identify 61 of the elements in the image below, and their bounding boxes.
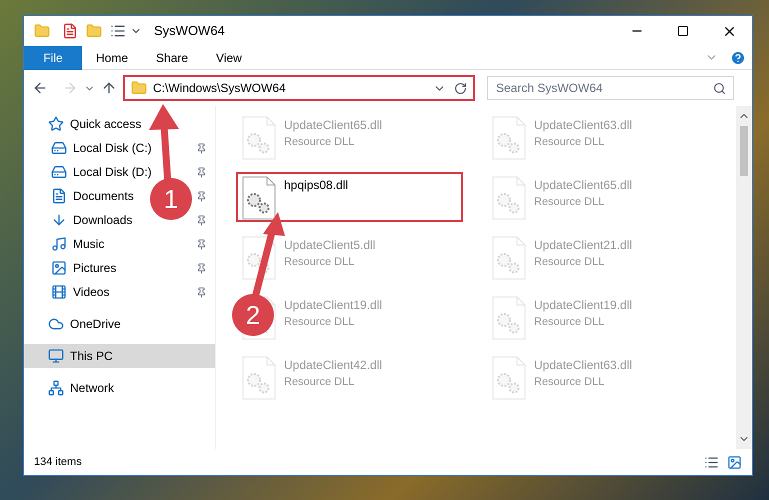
refresh-icon[interactable]	[454, 82, 467, 94]
help-icon[interactable]	[730, 50, 746, 66]
pin-icon[interactable]	[196, 286, 207, 298]
pin-icon[interactable]	[196, 262, 207, 274]
file-tab[interactable]: File	[24, 46, 82, 70]
pin-icon[interactable]	[196, 190, 207, 202]
sidebar-item[interactable]: Documents	[24, 184, 142, 208]
item-count: 134 items	[34, 454, 82, 470]
folder-icon	[34, 23, 50, 39]
address-path: C:\Windows\SysWOW64	[153, 80, 286, 97]
address-bar[interactable]: C:\Windows\SysWOW64	[123, 75, 475, 101]
ribbon-tab[interactable]: Home	[82, 46, 142, 70]
properties-icon[interactable]	[62, 23, 78, 39]
maximize-icon	[677, 25, 689, 37]
monitor-icon	[48, 348, 64, 364]
drive-icon	[51, 140, 67, 156]
ribbon-tab[interactable]: View	[202, 46, 256, 70]
sidebar-item[interactable]: Music	[24, 232, 112, 256]
scroll-thumb[interactable]	[740, 126, 748, 176]
film-icon	[51, 284, 67, 300]
pin-icon[interactable]	[196, 214, 207, 226]
cloud-icon	[48, 316, 64, 332]
search-icon[interactable]	[713, 82, 726, 95]
drive-icon	[51, 164, 67, 180]
music-note-icon	[51, 236, 67, 252]
sidebar-item[interactable]: Local Disk (C:)	[24, 136, 160, 160]
file-name[interactable]: hpqips08.dll	[284, 176, 348, 194]
document-icon	[51, 188, 67, 204]
file-type: Resource DLL	[284, 255, 356, 270]
sidebar-item[interactable]: Videos	[24, 280, 118, 304]
network-icon	[48, 380, 64, 396]
file-type: Resource DLL	[284, 375, 356, 390]
back-icon[interactable]	[32, 80, 48, 96]
file-type: Resource DLL	[284, 135, 356, 150]
file-type: Resource DLL	[534, 375, 606, 390]
pin-icon[interactable]	[196, 142, 207, 154]
star-icon	[48, 116, 64, 132]
up-icon[interactable]	[101, 80, 117, 96]
selection-outline[interactable]: hpqips08.dll	[236, 172, 463, 222]
search-field[interactable]: Search SysWOW64	[487, 76, 734, 100]
details-view-icon[interactable]	[704, 454, 719, 470]
ribbon-tab[interactable]: Share	[142, 46, 202, 70]
window-title: SysWOW64	[154, 22, 225, 40]
sidebar-item[interactable]: This PC	[24, 344, 215, 368]
large-icons-view-icon[interactable]	[727, 454, 742, 470]
picture-icon	[51, 260, 67, 276]
sidebar-item[interactable]: OneDrive	[24, 312, 215, 336]
folder-icon	[131, 80, 147, 96]
view-list-icon[interactable]	[110, 23, 126, 39]
scrollbar[interactable]	[736, 106, 752, 449]
sidebar-item[interactable]: Pictures	[24, 256, 124, 280]
pin-icon[interactable]	[196, 166, 207, 178]
pin-icon[interactable]	[196, 238, 207, 250]
file-type: Resource DLL	[284, 315, 356, 330]
file-type: Resource DLL	[534, 195, 606, 210]
sidebar-item[interactable]: Downloads	[24, 208, 140, 232]
file-type: Resource DLL	[534, 135, 606, 150]
file-type: Resource DLL	[534, 255, 606, 270]
file-type: Resource DLL	[534, 315, 606, 330]
sidebar-item[interactable]: Quick access	[24, 112, 215, 136]
sidebar-item[interactable]: Network	[24, 376, 215, 400]
